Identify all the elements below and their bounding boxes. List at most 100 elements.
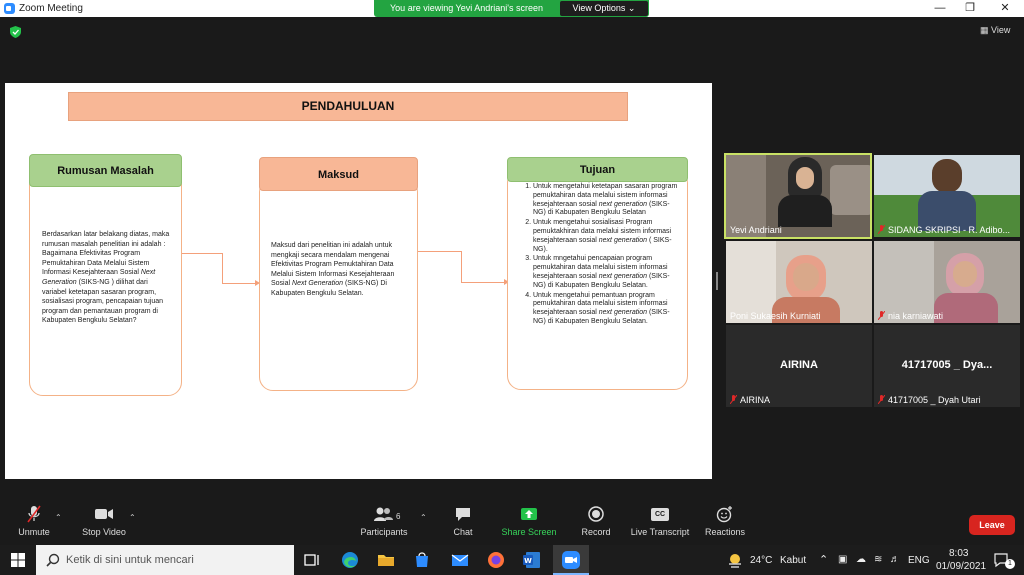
wifi-icon[interactable]: ≋: [874, 554, 882, 565]
tujuan-item: Untuk mngetahui pencapaian program pemuk…: [533, 255, 679, 290]
live-transcript-button[interactable]: CC Live Transcript: [630, 505, 690, 537]
video-options-caret[interactable]: ⌃: [129, 513, 136, 522]
smiley-icon: [716, 506, 732, 523]
record-icon: [588, 506, 604, 522]
window-title: Zoom Meeting: [19, 3, 83, 14]
task-view-icon[interactable]: [302, 550, 322, 570]
reactions-label: Reactions: [704, 527, 746, 537]
tujuan-list: Untuk mengetahui ketetapan sasaran progr…: [519, 183, 679, 328]
svg-text:W: W: [524, 557, 532, 565]
search-placeholder: Ketik di sini untuk mencari: [66, 554, 194, 566]
muted-mic-icon: [730, 395, 737, 404]
onedrive-icon[interactable]: ☁: [856, 554, 866, 565]
viewing-banner: You are viewing Yevi Andriani's screen V…: [374, 0, 649, 17]
stop-video-label: Stop Video: [82, 527, 126, 537]
tujuan-item: Untuk mengetahui pemantuan program pemuk…: [533, 292, 679, 327]
audio-options-caret[interactable]: ⌃: [55, 513, 62, 522]
share-screen-button[interactable]: Share Screen: [500, 505, 558, 537]
rumusan-title: Rumusan Masalah: [29, 154, 182, 187]
participant-big-name: 41717005 _ Dya...: [901, 359, 993, 371]
stop-video-button[interactable]: Stop Video: [78, 505, 130, 537]
view-button[interactable]: ▦ View: [980, 25, 1010, 36]
share-screen-icon: [521, 508, 537, 520]
participant-name: Yevi Andriani: [730, 225, 782, 235]
notification-count: 1: [1005, 559, 1015, 569]
rumusan-text: Berdasarkan latar belakang diatas, maka …: [42, 231, 170, 325]
weather-text: Kabut: [780, 555, 807, 566]
edge-browser-icon[interactable]: [340, 550, 360, 570]
chevron-down-icon: ⌄: [627, 3, 636, 13]
view-label: View: [991, 25, 1011, 35]
arrow-connector: [222, 283, 256, 284]
leave-button[interactable]: Leave: [969, 515, 1015, 535]
zoom-app-icon: [4, 3, 15, 14]
video-tile[interactable]: AIRINA AIRINA: [726, 325, 872, 407]
unmute-button[interactable]: Unmute: [12, 505, 56, 537]
video-tile[interactable]: Yevi Andriani: [724, 153, 872, 239]
minimize-button[interactable]: —: [925, 0, 955, 17]
muted-mic-icon: [878, 225, 885, 234]
tujuan-item: Untuk mengetahui ketetapan sasaran progr…: [533, 183, 679, 218]
clock-time[interactable]: 8:03: [949, 548, 968, 559]
weather-fog-icon[interactable]: [727, 552, 743, 568]
close-button[interactable]: ✕: [990, 0, 1020, 17]
maksud-text: Maksud dari penelitian ini adalah untuk …: [271, 242, 395, 297]
reactions-button[interactable]: Reactions: [704, 505, 746, 537]
clock-date[interactable]: 01/09/2021: [936, 561, 986, 572]
muted-mic-icon: [27, 505, 41, 523]
taskbar-search-box[interactable]: Ketik di sini untuk mencari: [36, 545, 294, 575]
participant-name: AIRINA: [740, 395, 771, 405]
word-icon[interactable]: W: [522, 550, 542, 570]
windows-taskbar: Ketik di sini untuk mencari W 24°C Kabut…: [0, 545, 1024, 575]
chat-icon: [456, 508, 470, 521]
video-camera-icon: [95, 509, 113, 519]
slide-heading: PENDAHULUAN: [68, 92, 628, 121]
input-language[interactable]: ENG: [908, 555, 930, 566]
participants-count: 6: [396, 512, 401, 521]
participant-name: Poni Sukaesih Kurniati: [730, 311, 821, 321]
tray-chevron-up-icon[interactable]: ⌃: [819, 553, 828, 566]
file-explorer-icon[interactable]: [376, 550, 396, 570]
arrow-connector: [461, 251, 462, 282]
store-icon[interactable]: [412, 550, 432, 570]
record-label: Record: [581, 527, 611, 537]
view-options-label: View Options: [572, 3, 626, 13]
panel-splitter-handle[interactable]: [716, 272, 718, 290]
muted-mic-icon: [878, 311, 885, 320]
search-icon: [46, 553, 60, 567]
video-tile[interactable]: 41717005 _ Dya... 41717005 _ Dyah Utari: [874, 325, 1020, 407]
arrow-connector: [222, 253, 223, 283]
video-tile[interactable]: nia karniawati: [874, 241, 1020, 323]
arrow-connector: [182, 253, 222, 254]
maksud-title: Maksud: [259, 157, 418, 191]
maximize-button[interactable]: ❐: [955, 0, 985, 17]
video-tile[interactable]: SIDANG SKRIPSI - R. Adibo...: [874, 155, 1020, 237]
mail-icon[interactable]: [450, 550, 470, 570]
chat-button[interactable]: Chat: [448, 505, 478, 537]
video-tile[interactable]: Poni Sukaesih Kurniati: [726, 241, 872, 323]
tujuan-title: Tujuan: [507, 157, 688, 182]
firefox-icon[interactable]: [486, 550, 506, 570]
windows-start-icon[interactable]: [8, 550, 28, 570]
volume-icon[interactable]: ♬: [890, 554, 900, 565]
zoom-taskbar-button[interactable]: [553, 545, 589, 575]
participants-options-caret[interactable]: ⌃: [420, 513, 427, 522]
participants-button[interactable]: Participants: [358, 505, 410, 537]
meeting-toolbar: Unmute ⌃ Stop Video ⌃ Participants 6 ⌃ C…: [0, 505, 1024, 545]
view-options-button[interactable]: View Options ⌄: [560, 1, 648, 16]
person-silhouette: [932, 159, 962, 193]
participant-name: SIDANG SKRIPSI - R. Adibo...: [888, 225, 1011, 235]
network-device-icon[interactable]: ▣: [838, 554, 847, 565]
shield-icon[interactable]: [10, 26, 21, 38]
shared-screen-slide: PENDAHULUAN Rumusan Masalah Berdasarkan …: [5, 83, 712, 479]
arrow-connector: [418, 251, 461, 252]
live-transcript-label: Live Transcript: [630, 527, 690, 537]
participant-name: nia karniawati: [888, 311, 944, 321]
share-screen-label: Share Screen: [501, 527, 557, 537]
record-button[interactable]: Record: [578, 505, 614, 537]
zoom-icon: [562, 551, 580, 569]
tujuan-item: Untuk mengetahui sosialisasi Program pem…: [533, 219, 679, 254]
cc-icon: CC: [651, 508, 669, 521]
participants-label: Participants: [360, 527, 408, 537]
weather-temp: 24°C: [750, 555, 773, 566]
